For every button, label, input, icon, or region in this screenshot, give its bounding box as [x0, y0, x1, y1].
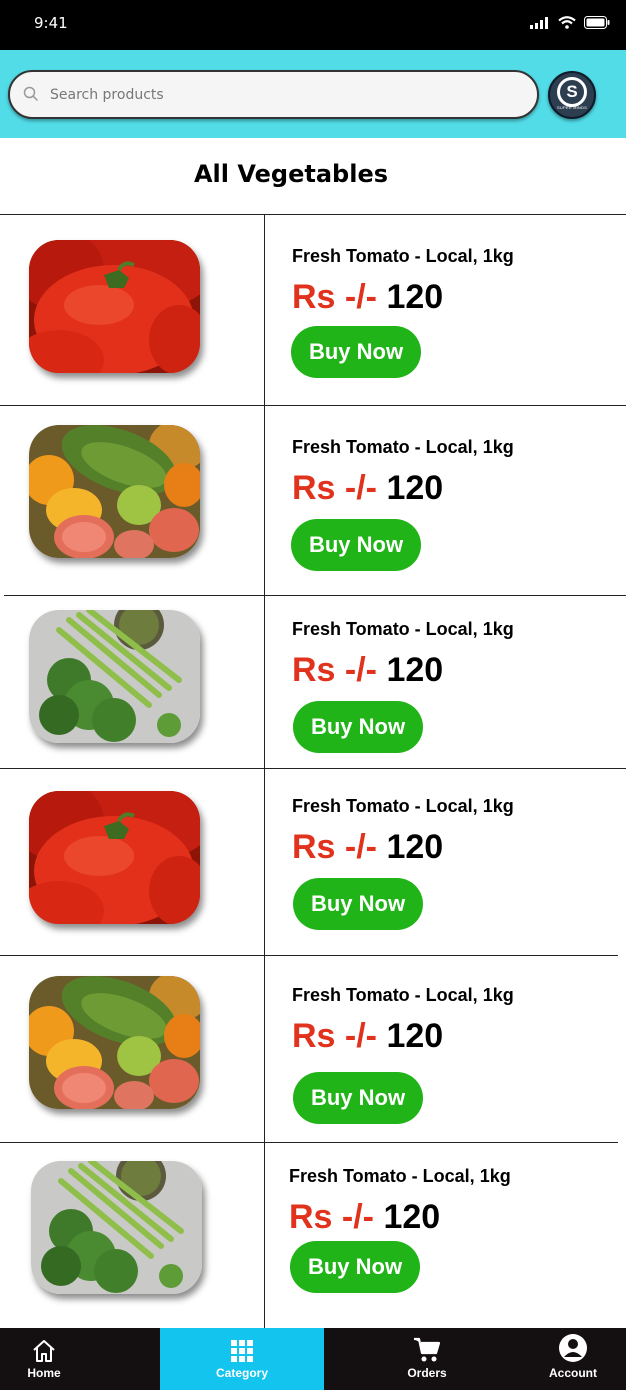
product-price: Rs -/- 120 [292, 278, 443, 317]
buy-now-button[interactable]: Buy Now [293, 878, 423, 930]
divider [0, 955, 618, 956]
product-price: Rs -/- 120 [292, 828, 443, 867]
buy-now-button[interactable]: Buy Now [290, 1241, 420, 1293]
product-image-fruits[interactable] [29, 425, 200, 558]
divider [0, 768, 626, 769]
buy-now-button[interactable]: Buy Now [293, 701, 423, 753]
bottom-navigation: Home Category Orders Account [0, 1328, 626, 1390]
nav-orders-label: Orders [407, 1366, 447, 1380]
product-name[interactable]: Fresh Tomato - Local, 1kg [292, 619, 514, 640]
nav-home[interactable]: Home [0, 1328, 88, 1390]
search-icon [23, 86, 39, 102]
divider [0, 214, 626, 215]
product-image-tomato[interactable] [29, 240, 200, 373]
account-icon [559, 1334, 587, 1362]
divider [4, 595, 626, 596]
buy-now-button[interactable]: Buy Now [293, 1072, 423, 1124]
buy-now-button[interactable]: Buy Now [291, 519, 421, 571]
price-value: 120 [386, 469, 444, 507]
product-price: Rs -/- 120 [292, 651, 443, 690]
product-name[interactable]: Fresh Tomato - Local, 1kg [292, 985, 514, 1006]
signal-icon [530, 16, 548, 29]
header: S SUPER MINDS [0, 50, 626, 138]
buy-now-button[interactable]: Buy Now [291, 326, 421, 378]
price-value: 120 [386, 828, 444, 866]
price-currency: Rs -/- [292, 828, 377, 866]
price-value: 120 [386, 278, 444, 316]
nav-orders[interactable]: Orders [388, 1328, 466, 1390]
price-value: 120 [386, 1017, 444, 1055]
product-image-fruits[interactable] [29, 976, 200, 1109]
price-value: 120 [386, 651, 444, 689]
nav-account[interactable]: Account [534, 1328, 612, 1390]
product-name[interactable]: Fresh Tomato - Local, 1kg [292, 437, 514, 458]
status-icons [530, 16, 610, 29]
status-bar: 9:41 [0, 0, 626, 50]
status-time: 9:41 [34, 14, 68, 32]
divider [0, 1142, 618, 1143]
brand-logo[interactable]: S SUPER MINDS [548, 71, 596, 119]
column-divider [264, 214, 265, 1328]
battery-icon [584, 16, 610, 29]
nav-home-label: Home [27, 1366, 61, 1380]
nav-account-label: Account [549, 1366, 597, 1380]
logo-text: SUPER MINDS [557, 105, 587, 110]
product-name[interactable]: Fresh Tomato - Local, 1kg [292, 246, 514, 267]
home-icon [33, 1340, 55, 1362]
search-input[interactable] [50, 84, 520, 106]
price-currency: Rs -/- [289, 1198, 374, 1236]
price-currency: Rs -/- [292, 278, 377, 316]
product-name[interactable]: Fresh Tomato - Local, 1kg [292, 796, 514, 817]
price-value: 120 [383, 1198, 441, 1236]
product-price: Rs -/- 120 [289, 1198, 440, 1237]
product-price: Rs -/- 120 [292, 469, 443, 508]
page-title: All Vegetables [193, 160, 388, 188]
price-currency: Rs -/- [292, 469, 377, 507]
product-image-broccoli-asparagus[interactable] [31, 1161, 202, 1294]
logo-letter: S [557, 77, 587, 107]
product-image-broccoli-asparagus[interactable] [29, 610, 200, 743]
product-price: Rs -/- 120 [292, 1017, 443, 1056]
wifi-icon [558, 16, 576, 29]
product-name[interactable]: Fresh Tomato - Local, 1kg [289, 1166, 511, 1187]
price-currency: Rs -/- [292, 651, 377, 689]
product-image-tomato[interactable] [29, 791, 200, 924]
grid-icon [231, 1340, 253, 1362]
nav-category-label: Category [215, 1366, 268, 1380]
nav-category[interactable]: Category [160, 1328, 324, 1390]
divider [0, 405, 626, 406]
price-currency: Rs -/- [292, 1017, 377, 1055]
search-bar[interactable] [8, 70, 539, 119]
cart-icon [414, 1337, 441, 1362]
